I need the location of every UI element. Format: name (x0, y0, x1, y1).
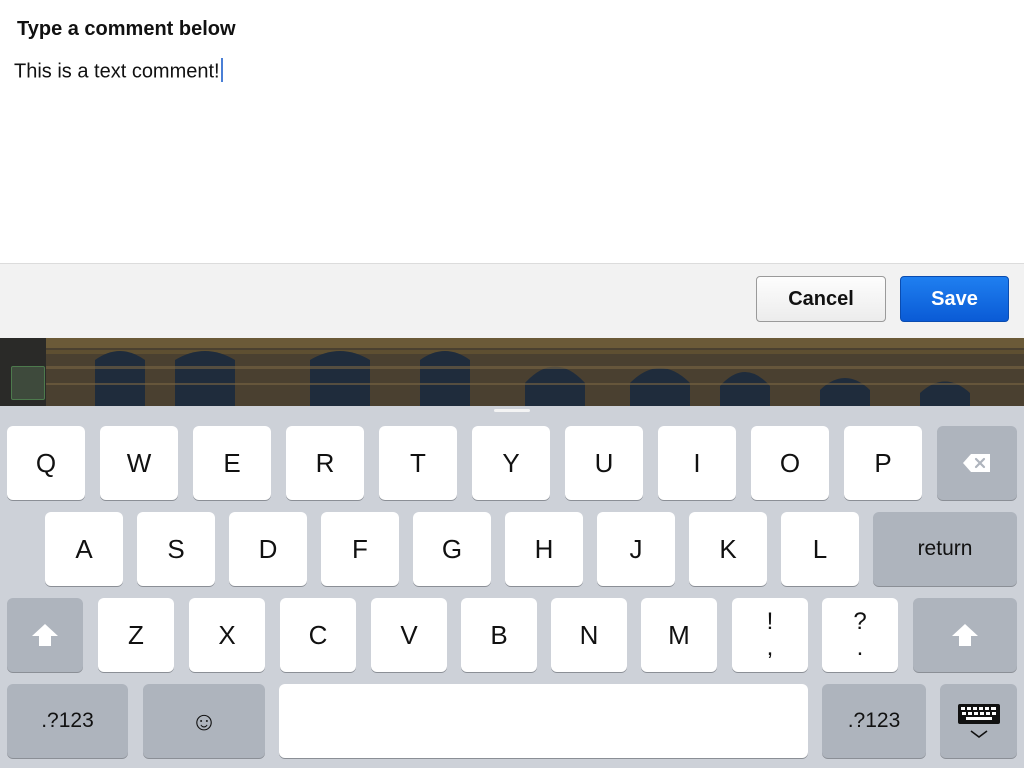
backspace-key[interactable] (937, 426, 1017, 500)
numbers-key-right[interactable]: .?123 (822, 684, 926, 758)
shift-key-left[interactable] (7, 598, 83, 672)
key-exclamation-comma[interactable]: !, (732, 598, 808, 672)
thumbnail-column (0, 338, 46, 406)
key-q[interactable]: Q (7, 426, 85, 500)
key-e[interactable]: E (193, 426, 271, 500)
emoji-key[interactable]: ☺ (143, 684, 265, 758)
key-r[interactable]: R (286, 426, 364, 500)
key-w[interactable]: W (100, 426, 178, 500)
comment-input[interactable]: This is a text comment! (14, 58, 1004, 250)
dialog-footer: Cancel Save (0, 263, 1024, 339)
space-key[interactable] (279, 684, 808, 758)
text-cursor (220, 58, 223, 82)
key-i[interactable]: I (658, 426, 736, 500)
key-h[interactable]: H (505, 512, 583, 586)
on-screen-keyboard: Q W E R T Y U I O P A S D F G H J K L re… (0, 406, 1024, 768)
key-z[interactable]: Z (98, 598, 174, 672)
emoji-icon: ☺ (190, 705, 218, 736)
background-photo (0, 338, 1024, 406)
key-x[interactable]: X (189, 598, 265, 672)
aqueduct-image (0, 338, 1024, 406)
key-y[interactable]: Y (472, 426, 550, 500)
key-u[interactable]: U (565, 426, 643, 500)
numbers-key-left[interactable]: .?123 (7, 684, 128, 758)
shift-icon (951, 623, 979, 647)
shift-icon (31, 623, 59, 647)
key-question-period[interactable]: ?. (822, 598, 898, 672)
comment-text: This is a text comment! (14, 60, 220, 83)
key-g[interactable]: G (413, 512, 491, 586)
save-button[interactable]: Save (900, 276, 1009, 322)
key-n[interactable]: N (551, 598, 627, 672)
cancel-button[interactable]: Cancel (756, 276, 886, 322)
key-question-label: ? (853, 608, 867, 635)
key-d[interactable]: D (229, 512, 307, 586)
comment-dialog: Type a comment below This is a text comm… (0, 0, 1024, 339)
key-t[interactable]: T (379, 426, 457, 500)
key-m[interactable]: M (641, 598, 717, 672)
keyboard-dismiss-icon (956, 701, 1002, 741)
key-a[interactable]: A (45, 512, 123, 586)
key-j[interactable]: J (597, 512, 675, 586)
dismiss-keyboard-key[interactable] (940, 684, 1017, 758)
shift-key-right[interactable] (913, 598, 1017, 672)
key-period-label: . (856, 634, 864, 661)
backspace-icon (962, 453, 992, 473)
key-exclamation-label: ! (766, 608, 774, 635)
key-v[interactable]: V (371, 598, 447, 672)
thumbnail-image[interactable] (11, 366, 45, 400)
dialog-title: Type a comment below (17, 18, 236, 40)
key-b[interactable]: B (461, 598, 537, 672)
key-o[interactable]: O (751, 426, 829, 500)
key-s[interactable]: S (137, 512, 215, 586)
key-c[interactable]: C (280, 598, 356, 672)
return-key[interactable]: return (873, 512, 1017, 586)
keyboard-handle[interactable] (494, 409, 530, 412)
key-f[interactable]: F (321, 512, 399, 586)
key-k[interactable]: K (689, 512, 767, 586)
key-l[interactable]: L (781, 512, 859, 586)
key-p[interactable]: P (844, 426, 922, 500)
key-comma-label: , (766, 634, 774, 661)
